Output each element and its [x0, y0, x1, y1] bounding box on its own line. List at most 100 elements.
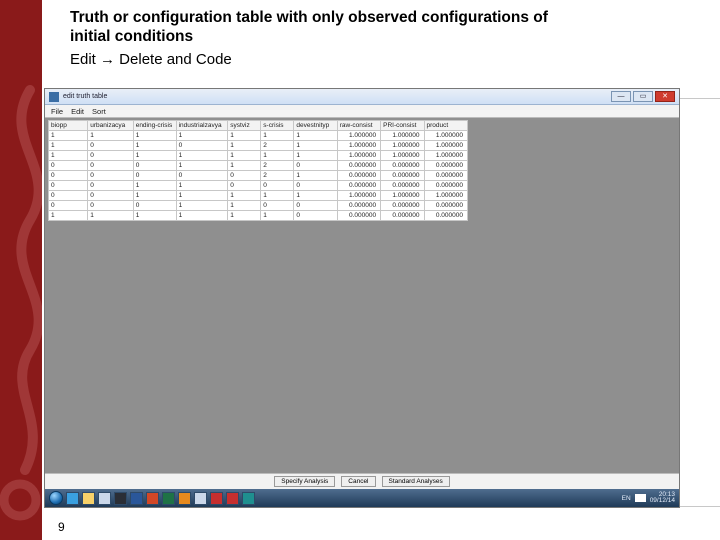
table-cell[interactable]: 0 [133, 171, 176, 181]
start-button[interactable] [49, 491, 63, 505]
table-cell[interactable]: 1 [228, 211, 261, 221]
table-row[interactable]: 00011000.0000000.0000000.000000 [49, 201, 468, 211]
table-cell[interactable]: 0 [88, 171, 133, 181]
table-cell[interactable]: 1 [176, 211, 228, 221]
specify-analysis-button[interactable]: Specify Analysis [274, 476, 335, 487]
cancel-button[interactable]: Cancel [341, 476, 375, 487]
table-cell[interactable]: 1.000000 [424, 151, 467, 161]
table-cell[interactable]: 0.000000 [381, 171, 424, 181]
table-cell[interactable]: 0 [49, 191, 88, 201]
table-cell[interactable]: 1 [133, 211, 176, 221]
table-row[interactable]: 10101211.0000001.0000001.000000 [49, 141, 468, 151]
table-cell[interactable]: 0.000000 [337, 161, 380, 171]
table-cell[interactable]: 0 [294, 161, 337, 171]
taskbar-icon[interactable] [66, 492, 79, 505]
table-cell[interactable]: 1.000000 [337, 141, 380, 151]
col-header[interactable]: raw-consist [337, 121, 380, 131]
col-header[interactable]: industrialzavya [176, 121, 228, 131]
table-cell[interactable]: 0 [49, 181, 88, 191]
close-button[interactable]: ✕ [655, 91, 675, 102]
table-cell[interactable]: 1 [294, 191, 337, 201]
table-row[interactable]: 00110000.0000000.0000000.000000 [49, 181, 468, 191]
table-cell[interactable]: 1.000000 [381, 191, 424, 201]
table-cell[interactable]: 1 [228, 151, 261, 161]
table-cell[interactable]: 1 [49, 211, 88, 221]
table-cell[interactable]: 1 [294, 131, 337, 141]
table-cell[interactable]: 1.000000 [424, 141, 467, 151]
maximize-button[interactable]: ▭ [633, 91, 653, 102]
system-tray[interactable]: EN 20:13 09/12/14 [622, 492, 675, 505]
table-cell[interactable]: 1.000000 [337, 131, 380, 141]
table-row[interactable]: 11111111.0000001.0000001.000000 [49, 131, 468, 141]
table-cell[interactable]: 0 [88, 181, 133, 191]
table-cell[interactable]: 1 [176, 131, 228, 141]
table-cell[interactable]: 0 [133, 201, 176, 211]
table-cell[interactable]: 1 [133, 131, 176, 141]
table-row[interactable]: 11111100.0000000.0000000.000000 [49, 211, 468, 221]
table-cell[interactable]: 1.000000 [337, 151, 380, 161]
tray-lang[interactable]: EN [622, 495, 631, 502]
taskbar-icon[interactable] [98, 492, 111, 505]
table-cell[interactable]: 2 [261, 171, 294, 181]
truth-table[interactable]: biopp urbanizacya ending-crisis industri… [48, 120, 468, 221]
col-header[interactable]: s-crisis [261, 121, 294, 131]
table-cell[interactable]: 0.000000 [424, 171, 467, 181]
table-cell[interactable]: 1 [88, 131, 133, 141]
table-cell[interactable]: 1.000000 [381, 151, 424, 161]
taskbar-icon[interactable] [114, 492, 127, 505]
table-row[interactable]: 00011200.0000000.0000000.000000 [49, 161, 468, 171]
table-cell[interactable]: 2 [261, 141, 294, 151]
menu-sort[interactable]: Sort [92, 107, 106, 116]
table-row[interactable]: 10111111.0000001.0000001.000000 [49, 151, 468, 161]
table-cell[interactable]: 0 [294, 181, 337, 191]
taskbar-icon[interactable] [178, 492, 191, 505]
col-header[interactable]: systviz [228, 121, 261, 131]
table-cell[interactable]: 1 [228, 201, 261, 211]
table-cell[interactable]: 0 [176, 141, 228, 151]
table-cell[interactable]: 0 [88, 191, 133, 201]
tray-flag-icon[interactable] [635, 494, 646, 502]
titlebar[interactable]: edit truth table — ▭ ✕ [45, 89, 679, 105]
table-cell[interactable]: 0.000000 [381, 181, 424, 191]
table-cell[interactable]: 1 [176, 181, 228, 191]
table-cell[interactable]: 2 [261, 161, 294, 171]
table-cell[interactable]: 0.000000 [381, 161, 424, 171]
menu-file[interactable]: File [51, 107, 63, 116]
table-cell[interactable]: 0.000000 [381, 201, 424, 211]
table-cell[interactable]: 0 [228, 171, 261, 181]
table-cell[interactable]: 1.000000 [381, 131, 424, 141]
taskbar-icon[interactable] [226, 492, 239, 505]
table-cell[interactable]: 0.000000 [337, 211, 380, 221]
table-cell[interactable]: 1.000000 [424, 191, 467, 201]
table-cell[interactable]: 1 [49, 151, 88, 161]
col-header[interactable]: product [424, 121, 467, 131]
taskbar-icon[interactable] [82, 492, 95, 505]
col-header[interactable]: ending-crisis [133, 121, 176, 131]
table-cell[interactable]: 1 [49, 131, 88, 141]
table-cell[interactable]: 0 [176, 171, 228, 181]
table-cell[interactable]: 0 [294, 211, 337, 221]
taskbar-icon[interactable] [194, 492, 207, 505]
table-cell[interactable]: 0 [49, 201, 88, 211]
table-cell[interactable]: 1 [176, 161, 228, 171]
table-cell[interactable]: 0.000000 [337, 201, 380, 211]
table-cell[interactable]: 1 [294, 141, 337, 151]
table-cell[interactable]: 1.000000 [337, 191, 380, 201]
table-cell[interactable]: 1 [228, 141, 261, 151]
table-row[interactable]: 00000210.0000000.0000000.000000 [49, 171, 468, 181]
taskbar-icon[interactable] [242, 492, 255, 505]
table-cell[interactable]: 1 [133, 141, 176, 151]
minimize-button[interactable]: — [611, 91, 631, 102]
table-cell[interactable]: 1 [261, 151, 294, 161]
table-cell[interactable]: 1.000000 [381, 141, 424, 151]
table-cell[interactable]: 0 [228, 181, 261, 191]
tray-clock[interactable]: 20:13 09/12/14 [650, 492, 675, 505]
table-cell[interactable]: 1 [176, 201, 228, 211]
table-cell[interactable]: 0.000000 [424, 211, 467, 221]
table-cell[interactable]: 0 [88, 141, 133, 151]
table-cell[interactable]: 1 [228, 191, 261, 201]
table-cell[interactable]: 1 [228, 131, 261, 141]
table-cell[interactable]: 0 [88, 161, 133, 171]
table-cell[interactable]: 0.000000 [381, 211, 424, 221]
table-cell[interactable]: 0.000000 [424, 161, 467, 171]
